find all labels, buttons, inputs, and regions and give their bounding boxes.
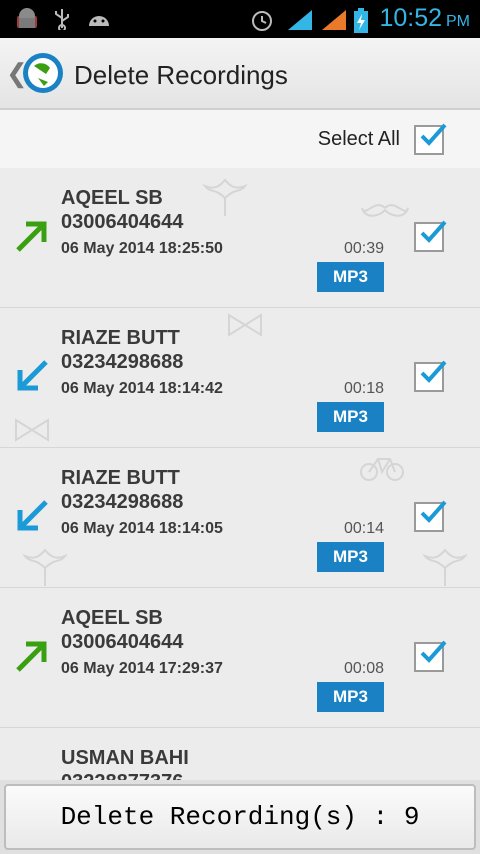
recording-item[interactable]: RIAZE BUTT 03234298688 06 May 2014 18:14… <box>0 448 480 588</box>
phone-number: 03006404644 <box>61 211 184 233</box>
recording-checkbox[interactable] <box>414 500 447 532</box>
select-all-label: Select All <box>317 128 400 150</box>
app-logo-icon[interactable] <box>22 52 64 94</box>
contact-name: RIAZE BUTT <box>61 467 180 489</box>
delete-recordings-button[interactable]: Delete Recording(s) : 9 <box>4 784 476 850</box>
usb-icon <box>55 9 69 30</box>
recording-item[interactable]: AQEEL SB 03006404644 06 May 2014 17:29:3… <box>0 588 480 728</box>
recordings-list[interactable]: AQEEL SB 03006404644 06 May 2014 18:25:5… <box>0 168 480 780</box>
outgoing-call-icon <box>16 221 47 252</box>
format-badge: MP3 <box>317 262 384 292</box>
recording-item[interactable]: USMAN BAHI 03228877376 <box>0 728 480 780</box>
recording-checkbox[interactable] <box>414 360 447 392</box>
recording-item[interactable]: AQEEL SB 03006404644 06 May 2014 18:25:5… <box>0 168 480 308</box>
incoming-call-icon <box>17 360 48 391</box>
action-bar: ❮ Delete Recordings <box>0 38 480 110</box>
android-icon <box>89 16 109 26</box>
bottom-bar: Delete Recording(s) : 9 <box>0 780 480 854</box>
status-bar: 10:52 PM <box>0 0 480 38</box>
format-badge: MP3 <box>317 402 384 432</box>
alarm-icon <box>252 11 272 31</box>
recording-item[interactable]: RIAZE BUTT 03234298688 06 May 2014 18:14… <box>0 308 480 448</box>
phone-number: 03234298688 <box>61 351 184 373</box>
recording-duration: 00:39 <box>343 240 384 257</box>
recording-date: 06 May 2014 18:14:42 <box>61 380 223 397</box>
format-badge: MP3 <box>317 682 384 712</box>
select-all-row[interactable]: Select All <box>0 110 480 168</box>
android-debug-icon <box>17 8 37 28</box>
signal-2-icon <box>322 10 346 30</box>
outgoing-call-icon <box>16 641 47 672</box>
battery-charging-icon <box>354 8 368 33</box>
contact-name: AQEEL SB <box>61 187 163 209</box>
checkmark-icon <box>420 220 447 243</box>
contact-name: AQEEL SB <box>61 607 163 629</box>
checkmark-icon <box>420 500 447 523</box>
recording-checkbox[interactable] <box>414 220 447 252</box>
select-all-checkbox[interactable] <box>414 123 447 155</box>
phone-number: 03234298688 <box>61 491 184 513</box>
recording-duration: 00:14 <box>343 520 384 537</box>
clock: 10:52 PM <box>379 4 470 32</box>
recording-date: 06 May 2014 18:25:50 <box>61 240 223 257</box>
recording-date: 06 May 2014 18:14:05 <box>61 520 223 537</box>
signal-icon <box>288 10 312 30</box>
contact-name: RIAZE BUTT <box>61 327 180 349</box>
incoming-call-icon <box>17 500 48 531</box>
checkmark-icon <box>420 640 447 663</box>
format-badge: MP3 <box>317 542 384 572</box>
checkmark-icon <box>420 360 447 383</box>
phone-number: 03006404644 <box>61 631 184 653</box>
recording-date: 06 May 2014 17:29:37 <box>61 660 223 677</box>
page-title: Delete Recordings <box>74 60 288 90</box>
checkmark-icon <box>420 123 447 146</box>
recording-duration: 00:08 <box>343 660 384 677</box>
recording-duration: 00:18 <box>343 380 384 397</box>
phone-number: 03228877376 <box>61 771 183 780</box>
contact-name: USMAN BAHI <box>61 747 189 769</box>
recording-checkbox[interactable] <box>414 640 447 672</box>
